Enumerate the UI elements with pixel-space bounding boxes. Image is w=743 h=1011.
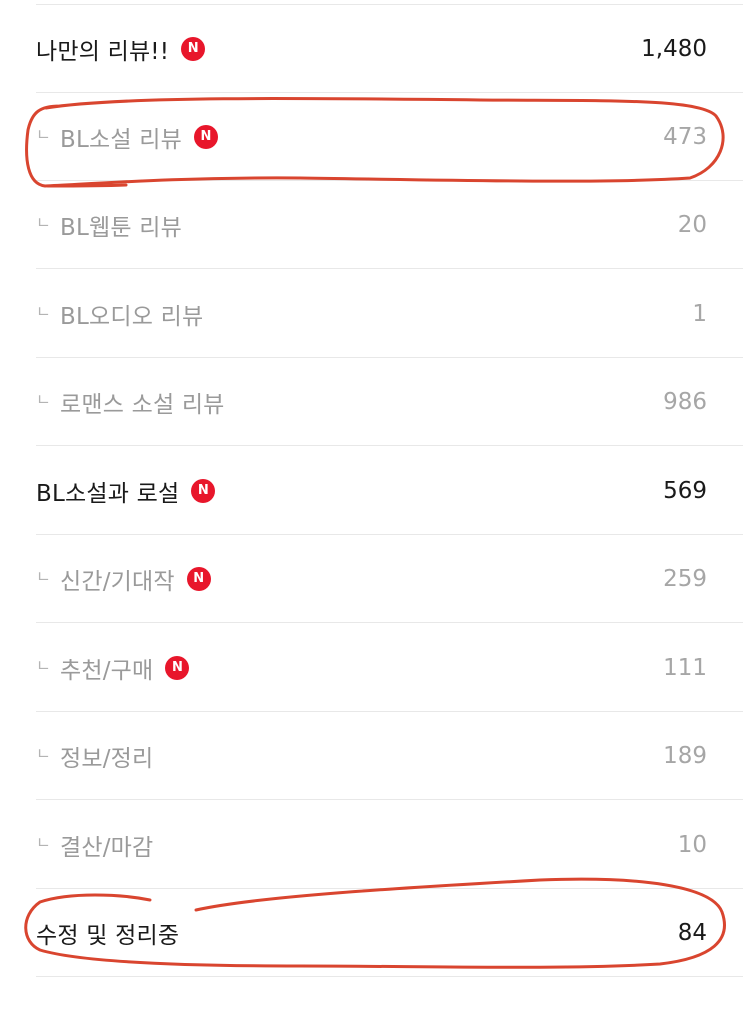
category-label-wrap: ㄴ 정보/정리: [36, 739, 743, 773]
category-item-recommend-purchase[interactable]: ㄴ 추천/구매 N 111: [36, 624, 743, 712]
category-label-wrap: 수정 및 정리중: [36, 916, 743, 950]
post-count: 1,480: [641, 35, 707, 62]
category-item-editing[interactable]: 수정 및 정리중 84: [36, 889, 743, 977]
subcategory-branch-icon: ㄴ: [36, 566, 51, 586]
category-label: 정보/정리: [60, 745, 154, 772]
category-label: 결산/마감: [60, 834, 154, 861]
new-badge-icon: N: [186, 566, 211, 591]
category-item-info-summary[interactable]: ㄴ 정보/정리 189: [36, 712, 743, 800]
category-item-bl-novel-and-romance[interactable]: BL소설과 로설 N 569: [36, 447, 743, 535]
subcategory-branch-icon: ㄴ: [36, 655, 51, 675]
post-count: 1: [692, 300, 707, 327]
new-badge-icon: N: [165, 655, 190, 680]
category-label-wrap: 나만의 리뷰!! N: [36, 32, 743, 66]
category-label-wrap: ㄴ BL웹툰 리뷰: [36, 208, 743, 242]
category-label-wrap: ㄴ 결산/마감: [36, 828, 743, 862]
category-item-new-releases[interactable]: ㄴ 신간/기대작 N 259: [36, 535, 743, 623]
category-label-wrap: ㄴ 추천/구매 N: [36, 651, 743, 685]
post-count: 10: [677, 831, 707, 858]
category-label: 신간/기대작: [60, 568, 175, 595]
category-label: 추천/구매: [60, 657, 154, 684]
category-label-wrap: ㄴ 신간/기대작 N: [36, 562, 743, 596]
post-count: 84: [677, 919, 707, 946]
category-label: BL소설과 로설: [36, 480, 180, 507]
category-label: BL소설 리뷰: [60, 126, 182, 153]
post-count: 111: [663, 654, 707, 681]
category-label: 나만의 리뷰!!: [36, 38, 170, 65]
category-item-romance-novel-review[interactable]: ㄴ 로맨스 소설 리뷰 986: [36, 358, 743, 446]
category-item-bl-webtoon-review[interactable]: ㄴ BL웹툰 리뷰 20: [36, 181, 743, 269]
category-label-wrap: ㄴ BL소설 리뷰 N: [36, 120, 743, 154]
subcategory-branch-icon: ㄴ: [36, 301, 51, 321]
subcategory-branch-icon: ㄴ: [36, 389, 51, 409]
post-count: 569: [663, 477, 707, 504]
category-label-wrap: ㄴ 로맨스 소설 리뷰: [36, 385, 743, 419]
post-count: 259: [663, 565, 707, 592]
post-count: 473: [663, 123, 707, 150]
category-item-bl-audio-review[interactable]: ㄴ BL오디오 리뷰 1: [36, 270, 743, 358]
subcategory-branch-icon: ㄴ: [36, 124, 51, 144]
category-label-wrap: BL소설과 로설 N: [36, 474, 743, 508]
subcategory-branch-icon: ㄴ: [36, 832, 51, 852]
new-badge-icon: N: [193, 124, 218, 149]
post-count: 986: [663, 388, 707, 415]
post-count: 20: [677, 211, 707, 238]
category-label: BL오디오 리뷰: [60, 303, 204, 330]
new-badge-icon: N: [191, 478, 216, 503]
category-item-my-reviews[interactable]: 나만의 리뷰!! N 1,480: [36, 5, 743, 93]
category-item-settlement[interactable]: ㄴ 결산/마감 10: [36, 801, 743, 889]
post-count: 189: [663, 742, 707, 769]
category-label: 로맨스 소설 리뷰: [60, 391, 225, 418]
category-item-bl-novel-review[interactable]: ㄴ BL소설 리뷰 N 473: [36, 93, 743, 181]
category-label: BL웹툰 리뷰: [60, 214, 182, 241]
subcategory-branch-icon: ㄴ: [36, 212, 51, 232]
category-label: 수정 및 정리중: [36, 922, 180, 949]
subcategory-branch-icon: ㄴ: [36, 743, 51, 763]
category-label-wrap: ㄴ BL오디오 리뷰: [36, 297, 743, 331]
new-badge-icon: N: [181, 36, 206, 61]
